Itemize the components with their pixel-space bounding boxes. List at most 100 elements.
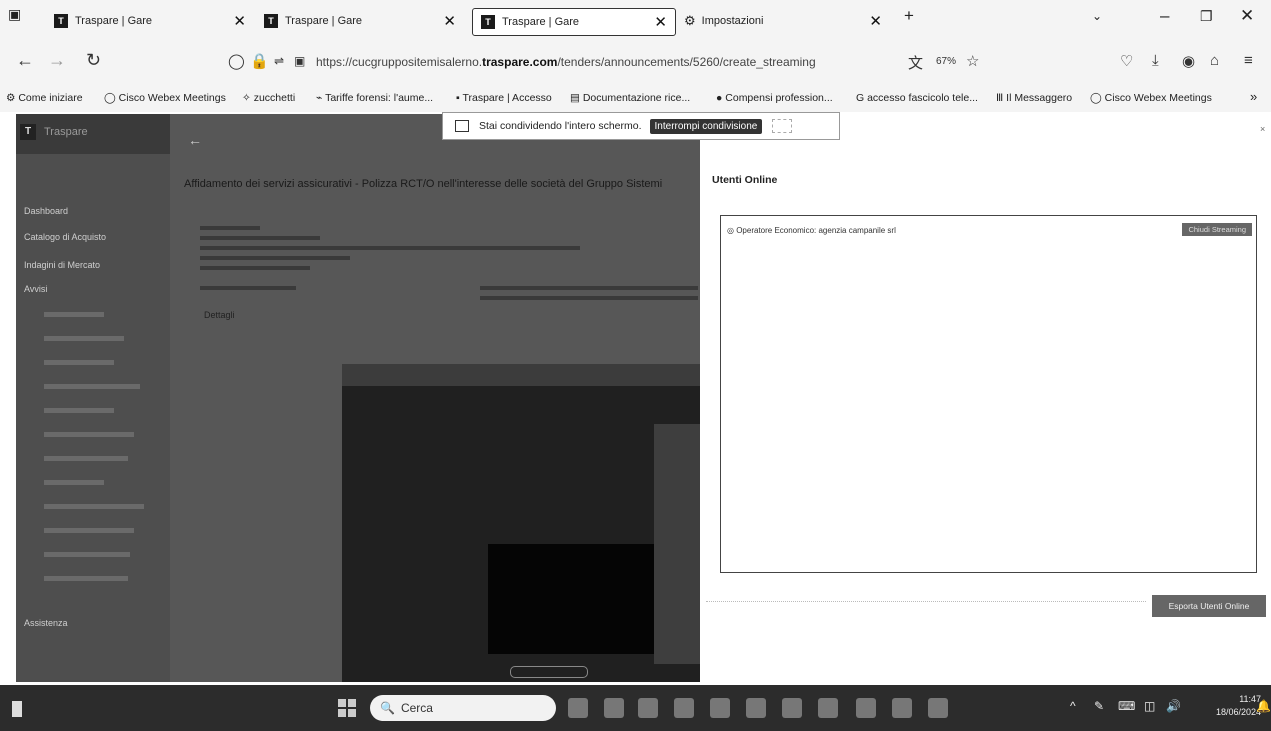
sidebar-sub-item[interactable] (44, 384, 140, 389)
sidebar-sub-item[interactable] (44, 336, 124, 341)
screen-share-icon[interactable]: ▣ (294, 54, 305, 68)
app-icon[interactable] (782, 698, 802, 718)
close-streaming-button[interactable]: Chiudi Streaming (1182, 223, 1252, 236)
tab-label: Traspare | Gare (285, 15, 363, 27)
minimize-icon[interactable]: – (1160, 6, 1169, 26)
tab-traspare-2[interactable]: T Traspare | Gare ✕ (264, 8, 464, 34)
tab-impostazioni[interactable]: ⚙ Impostazioni ✕ (684, 8, 890, 34)
shield-icon[interactable]: ◯ (228, 52, 245, 70)
reload-icon[interactable]: ↻ (86, 50, 101, 71)
more-bookmarks-icon[interactable]: » (1250, 89, 1257, 104)
sidebar-sub-item[interactable] (44, 576, 128, 581)
keyboard-icon[interactable]: ⌨ (1118, 699, 1135, 713)
close-icon[interactable]: ✕ (654, 13, 667, 31)
translate-icon[interactable]: 文 (908, 52, 923, 73)
account-icon[interactable]: ◉ (1182, 52, 1195, 70)
network-icon[interactable]: ◫ (1144, 699, 1155, 713)
bookmark-fascicolo[interactable]: G accesso fascicolo tele... (856, 92, 978, 104)
app-icon[interactable] (892, 698, 912, 718)
firefox-icon[interactable] (856, 698, 876, 718)
close-panel-icon[interactable]: × (1260, 124, 1265, 134)
widget-icon[interactable] (12, 701, 22, 717)
tab-label: Impostazioni (701, 15, 764, 27)
lock-icon[interactable]: 🔒 (250, 52, 269, 70)
app-icon[interactable] (928, 698, 948, 718)
tender-title: Affidamento dei servizi assicurativi - P… (184, 178, 663, 190)
preview-side-panel (654, 424, 700, 664)
share-text: Stai condividendo l'intero schermo. (479, 120, 642, 132)
detail-line (200, 226, 260, 230)
notification-icon[interactable]: 🔔 (1256, 699, 1271, 713)
restore-icon[interactable]: ❐ (1200, 8, 1213, 25)
close-icon[interactable]: ✕ (869, 12, 882, 30)
bookmark-documentazione[interactable]: ▤ Documentazione rice... (570, 92, 690, 104)
bookmark-zucchetti[interactable]: ✧ zucchetti (242, 92, 295, 104)
sidebar-sub-item[interactable] (44, 360, 114, 365)
app-icon[interactable] (818, 698, 838, 718)
app-icon[interactable] (638, 698, 658, 718)
sidebar-sub-item[interactable] (44, 528, 134, 533)
divider (706, 601, 1146, 602)
bookmark-webex-1[interactable]: ◯ Cisco Webex Meetings (104, 92, 226, 104)
download-icon[interactable]: ⤓ (1152, 52, 1159, 69)
app-icon[interactable] (746, 698, 766, 718)
bookmark-traspare-accesso[interactable]: ▪ Traspare | Accesso (456, 92, 552, 104)
sidebar-sub-item[interactable] (44, 552, 130, 557)
tab-traspare-1[interactable]: T Traspare | Gare ✕ (54, 8, 254, 34)
drag-handle[interactable] (772, 119, 793, 133)
app-icon[interactable] (710, 698, 730, 718)
start-icon[interactable] (338, 699, 356, 717)
bookmark-star-icon[interactable]: ☆ (966, 52, 979, 70)
menu-icon[interactable]: ≡ (1244, 52, 1253, 69)
detail-line (200, 256, 350, 260)
back-arrow-icon[interactable]: ← (188, 132, 202, 148)
taskbar-search[interactable]: 🔍 Cerca (370, 695, 556, 721)
extensions-icon[interactable]: ⌂ (1210, 52, 1219, 69)
sidebar: T Traspare Dashboard Catalogo di Acquist… (16, 114, 170, 682)
stop-sharing-button[interactable]: Interrompi condivisione (649, 118, 763, 134)
sidebar-item-indagini[interactable]: Indagini di Mercato (24, 260, 100, 270)
tab-overview-icon[interactable]: ▣ (8, 6, 21, 23)
page-content: T Traspare Dashboard Catalogo di Acquist… (0, 112, 1271, 685)
traspare-icon: T (264, 14, 278, 28)
app-icon[interactable] (674, 698, 694, 718)
sidebar-sub-item[interactable] (44, 504, 144, 509)
clock[interactable]: 11:47 18/06/2024 (1216, 693, 1261, 719)
chevron-down-icon[interactable]: ⌄ (1092, 9, 1102, 23)
pen-icon[interactable]: ✎ (1094, 699, 1104, 713)
new-tab-icon[interactable]: + (904, 6, 914, 26)
bookmark-compensi[interactable]: ● Compensi profession... (716, 92, 833, 104)
volume-icon[interactable]: 🔊 (1166, 699, 1181, 713)
sidebar-sub-item[interactable] (44, 312, 104, 317)
sidebar-item-dashboard[interactable]: Dashboard (24, 206, 68, 216)
detail-line (480, 296, 698, 300)
bookmark-webex-2[interactable]: ◯ Cisco Webex Meetings (1090, 92, 1212, 104)
export-online-users-button[interactable]: Esporta Utenti Online (1152, 595, 1266, 617)
bookmark-come-iniziare[interactable]: ⚙ Come iniziare (6, 92, 83, 104)
url-field[interactable]: https://cucgruppositemisalerno.traspare.… (316, 55, 816, 69)
screen-share-banner: Stai condividendo l'intero schermo. Inte… (442, 112, 840, 140)
sidebar-sub-item[interactable] (44, 480, 104, 485)
close-window-icon[interactable]: ✕ (1240, 6, 1254, 26)
details-button[interactable]: Dettagli (204, 310, 235, 320)
close-icon[interactable]: ✕ (233, 12, 246, 30)
app-icon[interactable] (568, 698, 588, 718)
bookmark-tariffe-forensi[interactable]: ⌁ Tariffe forensi: l'aume... (316, 92, 433, 104)
permissions-icon[interactable]: ⇌ (274, 54, 284, 68)
pocket-icon[interactable]: ♡ (1120, 52, 1133, 70)
sidebar-item-catalogo[interactable]: Catalogo di Acquisto (24, 232, 106, 242)
bookmark-messaggero[interactable]: Ⅲ Il Messaggero (996, 92, 1072, 104)
chevron-up-icon[interactable]: ^ (1070, 699, 1076, 713)
forward-icon[interactable]: → (48, 50, 66, 71)
sidebar-item-assistenza[interactable]: Assistenza (24, 618, 68, 628)
sidebar-sub-item[interactable] (44, 456, 128, 461)
tab-traspare-3[interactable]: T Traspare | Gare ✕ (472, 8, 676, 36)
zoom-level[interactable]: 67% (936, 56, 956, 67)
close-icon[interactable]: ✕ (443, 12, 456, 30)
back-icon[interactable]: ← (16, 50, 34, 71)
sidebar-item-avvisi[interactable]: Avvisi (24, 284, 47, 294)
app-icon[interactable] (604, 698, 624, 718)
sidebar-sub-item[interactable] (44, 432, 134, 437)
sidebar-sub-item[interactable] (44, 408, 114, 413)
detail-line (200, 286, 296, 290)
